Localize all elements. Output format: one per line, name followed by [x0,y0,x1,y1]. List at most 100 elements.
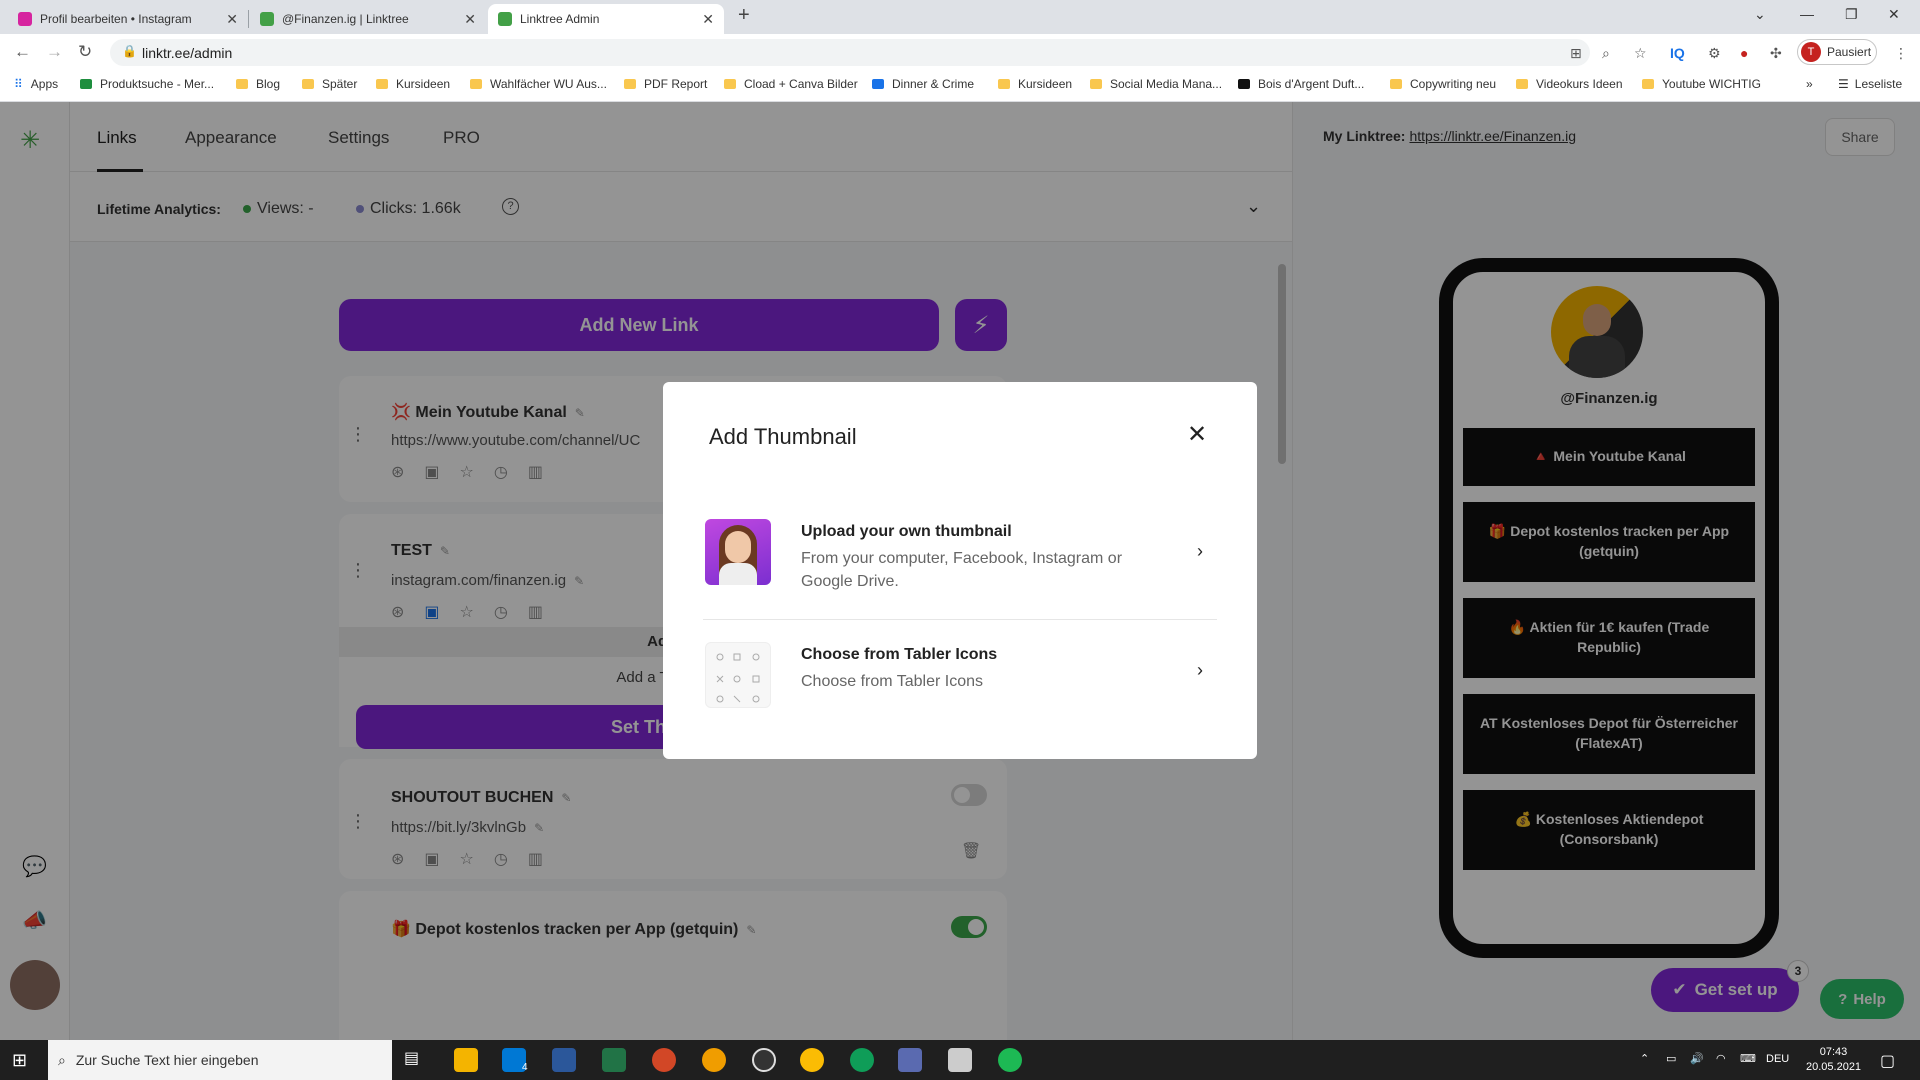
bookmark-item[interactable]: PDF Report [624,77,707,91]
bookmark-item[interactable]: Cload + Canva Bilder [724,77,858,91]
bookmark-item[interactable]: Kursideen [998,77,1072,91]
bookmark-item[interactable]: Copywriting neu [1390,77,1496,91]
reload-icon[interactable]: ↻ [78,42,92,62]
close-tab-icon[interactable]: ✕ [464,11,476,28]
profile-label: Pausiert [1827,45,1872,59]
site-favicon-icon [872,79,884,89]
forward-arrow-icon[interactable]: → [46,42,63,62]
search-placeholder: Zur Suche Text hier eingeben [75,1052,259,1068]
file-explorer-icon[interactable] [454,1048,478,1072]
bookmark-item[interactable]: Bois d'Argent Duft... [1238,77,1364,91]
bookmark-item[interactable]: Youtube WICHTIG [1642,77,1761,91]
windows-taskbar: ⊞ ⌕ Zur Suche Text hier eingeben ▤ 4 ⌃ ▭ … [0,1040,1920,1080]
close-tab-icon[interactable]: ✕ [702,11,714,28]
bookmarks-more-button[interactable]: » [1806,77,1813,91]
site-favicon-icon [1238,79,1250,89]
bookmark-item[interactable]: Dinner & Crime [872,77,974,91]
spotify-icon[interactable] [998,1048,1022,1072]
bookmark-item[interactable]: Kursideen [376,77,450,91]
screen: Profil bearbeiten • Instagram ✕ @Finanze… [0,0,1920,1080]
upload-thumbnail-option[interactable]: Upload your own thumbnail From your comp… [705,519,1215,599]
modal-title: Add Thumbnail [709,424,857,449]
network-icon[interactable]: ▭ [1666,1052,1676,1065]
bookmark-label: PDF Report [644,77,708,91]
extension-badge-icon[interactable]: ● [1740,45,1748,61]
minimize-icon[interactable]: — [1800,6,1814,22]
chrome-icon[interactable] [800,1048,824,1072]
tab-linktree-admin[interactable]: Linktree Admin ✕ [488,4,724,34]
task-view-icon[interactable]: ▤ [404,1048,428,1072]
bookmark-item[interactable]: Produktsuche - Mer... [80,77,214,91]
site-favicon-icon [80,79,92,89]
tab-instagram[interactable]: Profil bearbeiten • Instagram ✕ [8,4,248,34]
folder-icon [724,79,736,89]
menu-kebab-icon[interactable]: ⋮ [1894,45,1908,62]
tabler-icons-option[interactable]: Choose from Tabler Icons Choose from Tab… [705,642,1215,712]
folder-icon [376,79,388,89]
browser-toolbar: ← → ↻ 🔒 linktr.ee/admin ⊞ ⌕ ☆ IQ ⚙ ● ✣ T… [0,34,1920,70]
close-tab-icon[interactable]: ✕ [226,11,238,28]
close-window-icon[interactable]: ✕ [1888,6,1900,23]
windows-start-icon[interactable]: ⊞ [12,1050,27,1071]
obs-icon[interactable] [752,1048,776,1072]
bookmark-apps[interactable]: ⠿ Apps [14,77,58,91]
search-icon: ⌕ [58,1051,66,1068]
profile-avatar: T [1801,42,1821,62]
bookmark-item[interactable]: Social Media Mana... [1090,77,1222,91]
instagram-favicon-icon [18,12,32,26]
option-divider [703,619,1217,620]
zoom-icon[interactable]: ⌕ [1602,45,1610,62]
edge-icon[interactable] [850,1048,874,1072]
reading-list-button[interactable]: ☰ Leseliste [1838,77,1902,91]
puzzle-extensions-icon[interactable]: ✣ [1770,45,1782,62]
bookmark-item[interactable]: Videokurs Ideen [1516,77,1623,91]
new-tab-button[interactable]: + [738,4,750,27]
folder-icon [624,79,636,89]
lock-icon: 🔒 [122,44,137,58]
iq-extension-icon[interactable]: IQ [1670,45,1685,61]
back-arrow-icon[interactable]: ← [14,42,31,62]
folder-icon [236,79,248,89]
tab-label: Linktree Admin [520,12,600,26]
bookmark-star-icon[interactable]: ☆ [1634,45,1647,62]
folder-icon [998,79,1010,89]
wifi-icon[interactable]: ◠ [1716,1052,1726,1065]
tab-linktree[interactable]: @Finanzen.ig | Linktree ✕ [250,4,486,34]
close-icon[interactable]: ✕ [1187,420,1207,449]
notification-icon[interactable]: ▢ [1880,1051,1895,1071]
keyboard-icon[interactable]: ⌨ [1740,1052,1756,1065]
bookmark-label: Social Media Mana... [1110,77,1223,91]
app-icon[interactable] [702,1048,726,1072]
app-icon[interactable] [898,1048,922,1072]
notepad-icon[interactable] [948,1048,972,1072]
word-icon[interactable] [552,1048,576,1072]
translate-icon[interactable]: ⊞ [1570,45,1582,62]
bookmarks-bar: ⠿ Apps Produktsuche - Mer... Blog Später … [0,70,1920,102]
linktree-favicon-icon [260,12,274,26]
bookmark-label: Blog [256,77,281,91]
profile-button[interactable]: T Pausiert [1797,39,1877,65]
bookmark-item[interactable]: Später [302,77,357,91]
bookmark-label: Wahlfächer WU Aus... [490,77,607,91]
bookmark-item[interactable]: Blog [236,77,280,91]
language-indicator[interactable]: DEU [1766,1053,1789,1065]
bookmark-label: Copywriting neu [1410,77,1497,91]
extension-icon[interactable]: ⚙ [1708,45,1721,62]
powerpoint-icon[interactable] [652,1048,676,1072]
option-description: Choose from Tabler Icons [801,673,984,690]
tab-search-icon[interactable]: ⌄ [1754,6,1766,23]
excel-icon[interactable] [602,1048,626,1072]
taskbar-search[interactable]: ⌕ Zur Suche Text hier eingeben [48,1040,392,1080]
reading-list-label: Leseliste [1854,77,1903,91]
clock[interactable]: 07:43 20.05.2021 [1806,1045,1861,1075]
volume-icon[interactable]: 🔊 [1690,1052,1704,1065]
tray-chevron-icon[interactable]: ⌃ [1640,1052,1649,1065]
linktree-favicon-icon [498,12,512,26]
restore-icon[interactable]: ❐ [1845,6,1858,23]
bookmark-label: Später [322,77,358,91]
bookmark-item[interactable]: Wahlfächer WU Aus... [470,77,607,91]
address-bar[interactable]: 🔒 linktr.ee/admin [110,39,1590,66]
bookmark-label: Produktsuche - Mer... [100,77,215,91]
bookmark-label: Kursideen [1018,77,1073,91]
upload-preview-image [705,519,771,585]
